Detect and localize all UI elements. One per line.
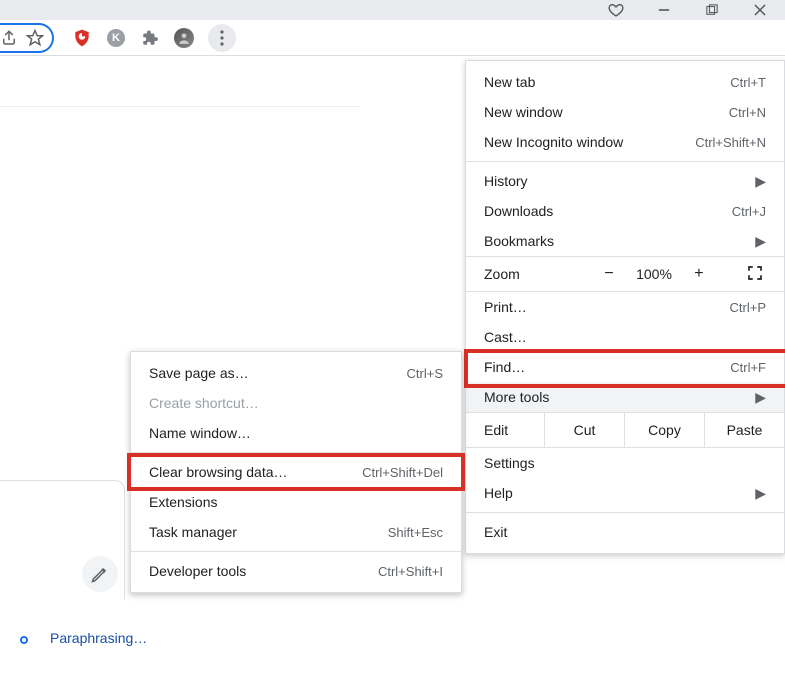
submenu-shortcut: Ctrl+Shift+Del xyxy=(362,465,443,480)
submenu-shortcut: Ctrl+Shift+I xyxy=(378,564,443,579)
menu-find[interactable]: Find… Ctrl+F xyxy=(466,352,784,382)
edit-paste-button[interactable]: Paste xyxy=(704,413,784,447)
adblock-extension-icon[interactable] xyxy=(72,28,92,48)
menu-label: Settings xyxy=(484,455,766,471)
fullscreen-icon[interactable] xyxy=(746,264,766,284)
edit-copy-button[interactable]: Copy xyxy=(624,413,704,447)
menu-separator xyxy=(466,512,784,513)
minimize-button[interactable] xyxy=(655,1,673,19)
menu-bookmarks[interactable]: Bookmarks ▶ xyxy=(466,226,784,256)
menu-label: Print… xyxy=(484,299,730,315)
submenu-label: Developer tools xyxy=(149,563,378,579)
submenu-shortcut: Ctrl+S xyxy=(407,366,443,381)
menu-label: New tab xyxy=(484,74,730,90)
menu-new-incognito[interactable]: New Incognito window Ctrl+Shift+N xyxy=(466,127,784,157)
submenu-clear-browsing-data[interactable]: Clear browsing data… Ctrl+Shift+Del xyxy=(131,457,461,487)
submenu-separator xyxy=(131,452,461,453)
submenu-developer-tools[interactable]: Developer tools Ctrl+Shift+I xyxy=(131,556,461,586)
menu-downloads[interactable]: Downloads Ctrl+J xyxy=(466,196,784,226)
menu-exit[interactable]: Exit xyxy=(466,517,784,547)
browser-toolbar: K xyxy=(0,20,785,56)
menu-help[interactable]: Help ▶ xyxy=(466,478,784,508)
menu-more-tools[interactable]: More tools ▶ xyxy=(466,382,784,412)
submenu-separator xyxy=(131,551,461,552)
zoom-level: 100% xyxy=(636,266,672,282)
menu-shortcut: Ctrl+N xyxy=(729,105,766,120)
status-text: Paraphrasing… xyxy=(50,630,147,646)
menu-label: New window xyxy=(484,104,729,120)
menu-label: History xyxy=(484,173,755,189)
menu-history[interactable]: History ▶ xyxy=(466,166,784,196)
menu-label: Help xyxy=(484,485,755,501)
extensions-puzzle-icon[interactable] xyxy=(140,28,160,48)
submenu-label: Task manager xyxy=(149,524,388,540)
menu-cast[interactable]: Cast… xyxy=(466,322,784,352)
heart-outline-icon xyxy=(607,1,625,19)
submenu-create-shortcut: Create shortcut… xyxy=(131,388,461,418)
content-divider xyxy=(0,106,360,107)
edit-label: Edit xyxy=(484,422,544,438)
submenu-name-window[interactable]: Name window… xyxy=(131,418,461,448)
menu-label: Cast… xyxy=(484,329,766,345)
maximize-button[interactable] xyxy=(703,1,721,19)
submenu-label: Save page as… xyxy=(149,365,407,381)
menu-separator xyxy=(466,161,784,162)
k-extension-icon[interactable]: K xyxy=(106,28,126,48)
edit-pencil-icon[interactable] xyxy=(82,556,118,592)
profile-avatar[interactable] xyxy=(174,28,194,48)
share-icon[interactable] xyxy=(0,29,18,47)
menu-label: New Incognito window xyxy=(484,134,695,150)
menu-label: Downloads xyxy=(484,203,732,219)
menu-zoom-row: Zoom − 100% + xyxy=(466,256,784,292)
menu-shortcut: Ctrl+P xyxy=(730,300,766,315)
menu-label: Bookmarks xyxy=(484,233,755,249)
zoom-in-button[interactable]: + xyxy=(690,265,708,283)
chevron-right-icon: ▶ xyxy=(755,389,766,406)
submenu-label: Create shortcut… xyxy=(149,395,443,411)
partial-card xyxy=(0,480,125,600)
zoom-label: Zoom xyxy=(484,266,562,282)
chevron-right-icon: ▶ xyxy=(755,173,766,190)
submenu-extensions[interactable]: Extensions xyxy=(131,487,461,517)
submenu-task-manager[interactable]: Task manager Shift+Esc xyxy=(131,517,461,547)
menu-label: Find… xyxy=(484,359,730,375)
menu-edit-row: Edit Cut Copy Paste xyxy=(466,412,784,448)
menu-new-tab[interactable]: New tab Ctrl+T xyxy=(466,67,784,97)
submenu-save-page-as[interactable]: Save page as… Ctrl+S xyxy=(131,358,461,388)
more-tools-submenu: Save page as… Ctrl+S Create shortcut… Na… xyxy=(130,351,462,593)
menu-settings[interactable]: Settings xyxy=(466,448,784,478)
menu-shortcut: Ctrl+J xyxy=(732,204,766,219)
submenu-label: Clear browsing data… xyxy=(149,464,362,480)
chevron-right-icon: ▶ xyxy=(755,485,766,502)
menu-print[interactable]: Print… Ctrl+P xyxy=(466,292,784,322)
menu-label: Exit xyxy=(484,524,766,540)
submenu-shortcut: Shift+Esc xyxy=(388,525,443,540)
chevron-right-icon: ▶ xyxy=(755,233,766,250)
submenu-label: Name window… xyxy=(149,425,443,441)
submenu-label: Extensions xyxy=(149,494,443,510)
edit-cut-button[interactable]: Cut xyxy=(544,413,624,447)
address-bar[interactable] xyxy=(0,23,54,53)
menu-new-window[interactable]: New window Ctrl+N xyxy=(466,97,784,127)
menu-label: More tools xyxy=(484,389,755,405)
menu-shortcut: Ctrl+F xyxy=(730,360,766,375)
chrome-menu-button[interactable] xyxy=(208,24,236,52)
window-titlebar xyxy=(0,0,785,20)
bookmark-star-icon[interactable] xyxy=(26,29,44,47)
status-dot-icon xyxy=(20,636,28,644)
extension-icons: K xyxy=(72,24,236,52)
close-button[interactable] xyxy=(751,1,769,19)
menu-shortcut: Ctrl+T xyxy=(730,75,766,90)
menu-shortcut: Ctrl+Shift+N xyxy=(695,135,766,150)
zoom-out-button[interactable]: − xyxy=(600,265,618,283)
chrome-main-menu: New tab Ctrl+T New window Ctrl+N New Inc… xyxy=(465,60,785,554)
